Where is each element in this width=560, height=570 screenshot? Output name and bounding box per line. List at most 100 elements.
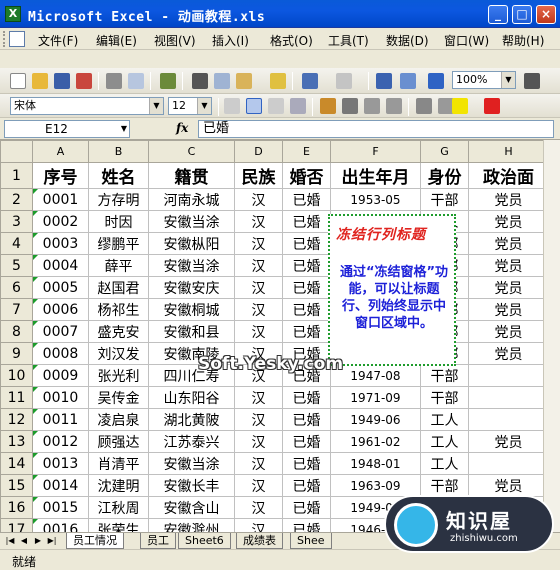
table-cell[interactable]: 缪鹏平 — [88, 232, 149, 255]
header-cell[interactable]: 民族 — [234, 162, 283, 189]
table-cell[interactable]: 已婚 — [282, 210, 331, 233]
table-row[interactable]: 70006杨祁生安徽桐城汉已婚1955-02干部党员 — [0, 298, 549, 321]
table-cell[interactable]: 1949-06 — [330, 408, 421, 431]
toolbar-grip-icon[interactable] — [3, 31, 6, 47]
first-sheet-icon[interactable]: |◀ — [4, 535, 16, 547]
table-cell[interactable] — [468, 364, 549, 387]
table-cell[interactable]: 汉 — [234, 298, 283, 321]
cell-table[interactable]: A B C D E F G H 1 序号 姓名 籍贯 民族 婚否 出生年月 身份 政治面 2 000… — [0, 140, 549, 532]
table-row[interactable]: 13 0012 顾强达 江苏泰兴汉已婚 1961-02 工人 党员 — [0, 430, 549, 453]
table-cell[interactable]: 0006 — [32, 298, 89, 321]
table-cell[interactable]: 0009 — [32, 364, 89, 387]
table-cell[interactable]: 已婚 — [282, 474, 331, 497]
prev-sheet-icon[interactable]: ◀ — [18, 535, 30, 547]
table-cell[interactable]: 干部 — [420, 474, 469, 497]
undo-icon[interactable] — [302, 73, 318, 89]
header-cell[interactable]: 政治面 — [468, 162, 549, 189]
table-cell[interactable]: 已婚 — [282, 188, 331, 211]
menu-view[interactable]: 视图(V) — [154, 32, 196, 49]
column-header[interactable]: E — [282, 140, 331, 163]
column-header[interactable]: F — [330, 140, 421, 163]
table-cell[interactable]: 0007 — [32, 320, 89, 343]
header-cell[interactable]: 姓名 — [88, 162, 149, 189]
name-box[interactable]: E12 ▼ — [4, 120, 130, 138]
table-cell[interactable]: 干部 — [420, 386, 469, 409]
font-size-select[interactable]: 12 ▼ — [168, 97, 212, 115]
table-cell[interactable]: 0001 — [32, 188, 89, 211]
column-header[interactable]: G — [420, 140, 469, 163]
column-header[interactable]: C — [148, 140, 235, 163]
table-row[interactable]: 40003缪鹏平安徽枞阳汉已婚1954-05干部党员 — [0, 232, 549, 255]
table-cell[interactable]: 汉 — [234, 210, 283, 233]
menu-help[interactable]: 帮助(H) — [502, 32, 544, 49]
table-cell[interactable]: 凌启泉 — [88, 408, 149, 431]
table-cell[interactable]: 0008 — [32, 342, 89, 365]
table-cell[interactable]: 0016 — [32, 518, 89, 532]
table-cell[interactable]: 1947-08 — [330, 364, 421, 387]
row-header[interactable]: 4 — [0, 232, 33, 255]
table-cell[interactable]: 安徽长丰 — [148, 474, 235, 497]
fill-color-icon[interactable] — [452, 98, 468, 114]
header-row[interactable]: 1 序号 姓名 籍贯 民族 婚否 出生年月 身份 政治面 — [0, 162, 549, 189]
table-cell[interactable]: 江秋周 — [88, 496, 149, 519]
font-name-select[interactable]: 宋体 ▼ — [10, 97, 164, 115]
table-cell[interactable]: 安徽当涂 — [148, 210, 235, 233]
column-header[interactable]: A — [32, 140, 89, 163]
table-cell[interactable]: 安徽安庆 — [148, 276, 235, 299]
redo-icon[interactable] — [336, 73, 352, 89]
table-cell[interactable]: 干部 — [420, 188, 469, 211]
table-cell[interactable]: 薛平 — [88, 254, 149, 277]
menu-insert[interactable]: 插入(I) — [212, 32, 249, 49]
chevron-down-icon[interactable]: ▼ — [197, 98, 211, 114]
close-button[interactable]: × — [536, 5, 556, 24]
row-header[interactable]: 1 — [0, 162, 33, 189]
chart-wizard-icon[interactable] — [428, 73, 444, 89]
save-icon[interactable] — [54, 73, 70, 89]
sheet-tab[interactable]: 员工 — [140, 533, 176, 549]
header-cell[interactable]: 身份 — [420, 162, 469, 189]
table-cell[interactable]: 安徽当涂 — [148, 452, 235, 475]
menu-window[interactable]: 窗口(W) — [444, 32, 489, 49]
align-right-icon[interactable] — [268, 98, 284, 114]
table-cell[interactable]: 0005 — [32, 276, 89, 299]
table-cell[interactable]: 党员 — [468, 342, 549, 365]
table-cell[interactable]: 安徽和县 — [148, 320, 235, 343]
table-cell[interactable]: 张光利 — [88, 364, 149, 387]
table-cell[interactable]: 汉 — [234, 254, 283, 277]
table-cell[interactable]: 党员 — [468, 320, 549, 343]
table-cell[interactable] — [468, 452, 549, 475]
table-cell[interactable]: 党员 — [468, 298, 549, 321]
table-cell[interactable]: 0004 — [32, 254, 89, 277]
column-header[interactable]: H — [468, 140, 549, 163]
table-cell[interactable]: 已婚 — [282, 254, 331, 277]
table-cell[interactable]: 安徽滁州 — [148, 518, 235, 532]
row-header[interactable]: 13 — [0, 430, 33, 453]
table-row[interactable]: 80007盛克安安徽和县汉已婚1950-05干部党员 — [0, 320, 549, 343]
worksheet-grid[interactable]: A B C D E F G H 1 序号 姓名 籍贯 民族 婚否 出生年月 身份 政治面 2 000… — [0, 140, 560, 532]
table-row[interactable]: 11 0010 吴传金 山东阳谷汉已婚 1971-09 干部 — [0, 386, 549, 409]
menu-format[interactable]: 格式(O) — [270, 32, 313, 49]
paste-icon[interactable] — [236, 73, 252, 89]
row-header[interactable]: 6 — [0, 276, 33, 299]
table-cell[interactable]: 0013 — [32, 452, 89, 475]
table-cell[interactable]: 0002 — [32, 210, 89, 233]
open-icon[interactable] — [32, 73, 48, 89]
currency-icon[interactable] — [320, 98, 336, 114]
table-cell[interactable]: 汉 — [234, 320, 283, 343]
table-cell[interactable]: 已婚 — [282, 276, 331, 299]
table-cell[interactable]: 0015 — [32, 496, 89, 519]
maximize-button[interactable]: □ — [512, 5, 532, 24]
table-cell[interactable]: 汉 — [234, 496, 283, 519]
increase-decimal-icon[interactable] — [386, 98, 402, 114]
table-cell[interactable]: 0014 — [32, 474, 89, 497]
table-cell[interactable]: 赵国君 — [88, 276, 149, 299]
table-cell[interactable]: 党员 — [468, 430, 549, 453]
format-painter-icon[interactable] — [270, 73, 286, 89]
align-center-icon[interactable] — [246, 98, 262, 114]
decrease-decimal-icon[interactable] — [364, 98, 380, 114]
row-header[interactable]: 12 — [0, 408, 33, 431]
sheet-tab[interactable]: Sheet6 — [178, 533, 231, 549]
menu-tools[interactable]: 工具(T) — [328, 32, 369, 49]
row-header[interactable]: 5 — [0, 254, 33, 277]
table-cell[interactable]: 1963-09 — [330, 474, 421, 497]
